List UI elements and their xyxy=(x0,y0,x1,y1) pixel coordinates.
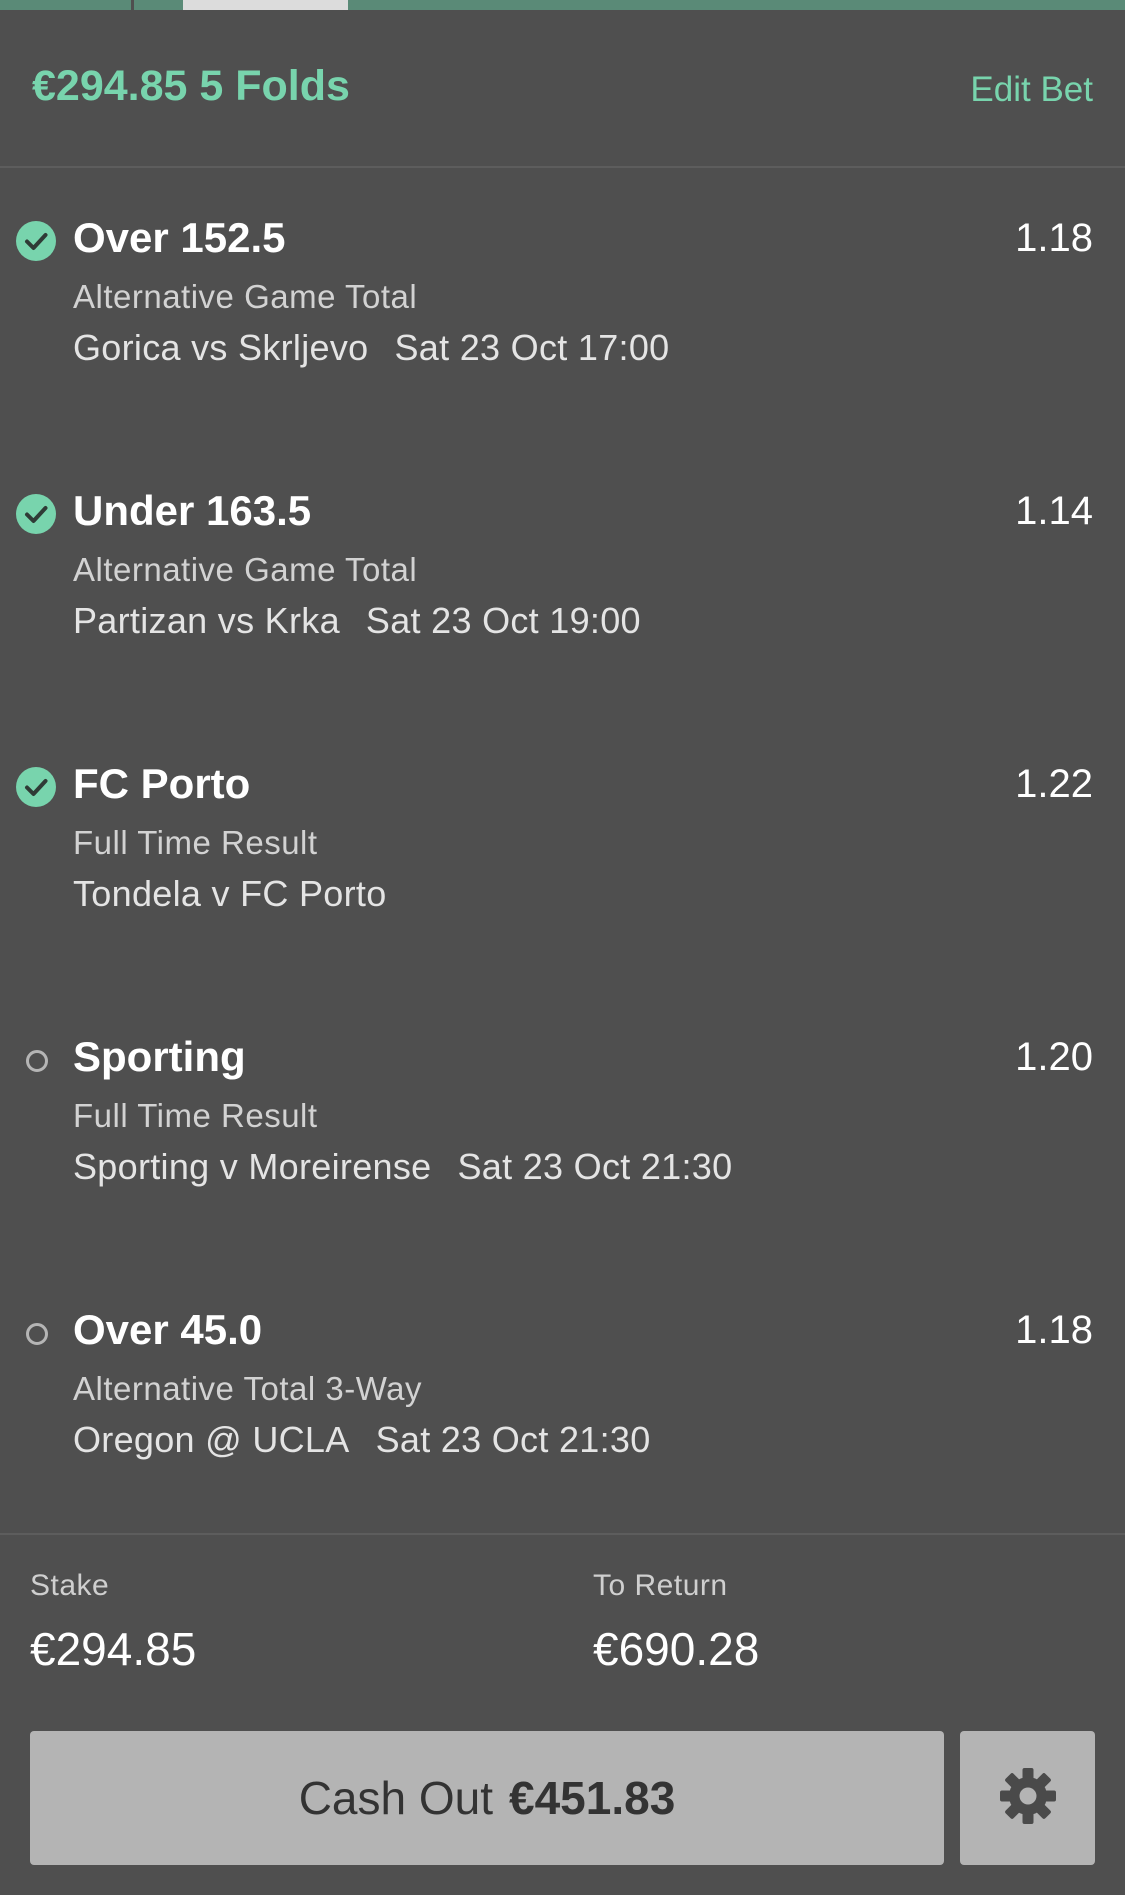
cash-out-settings-button[interactable] xyxy=(960,1731,1095,1865)
event-teams: Sporting v Moreirense xyxy=(73,1146,432,1187)
bet-title: €294.85 5 Folds xyxy=(32,62,350,111)
check-circle-icon xyxy=(16,494,56,534)
stake-label: Stake xyxy=(30,1569,110,1602)
selection-event: Sporting v Moreirense Sat 23 Oct 21:30 xyxy=(73,1146,732,1188)
tab-separator xyxy=(131,0,134,10)
selection-odds: 1.18 xyxy=(1015,1308,1093,1352)
selection-row: Under 163.5 1.14 Alternative Game Total … xyxy=(0,470,1125,700)
bet-stake: €294.85 xyxy=(32,62,188,110)
top-tab-strip xyxy=(0,0,1125,10)
cash-out-label: Cash Out xyxy=(298,1772,494,1824)
event-time: Sat 23 Oct 19:00 xyxy=(365,600,641,641)
selection-odds: 1.20 xyxy=(1015,1035,1093,1079)
selection-name: FC Porto xyxy=(73,760,251,807)
selection-event: Tondela v FC Porto xyxy=(73,873,387,915)
selection-event: Gorica vs Skrljevo Sat 23 Oct 17:00 xyxy=(73,327,669,369)
gear-icon xyxy=(999,1767,1057,1830)
cash-out-button[interactable]: Cash Out €451.83 xyxy=(30,1731,944,1865)
selection-row: Over 152.5 1.18 Alternative Game Total G… xyxy=(0,197,1125,427)
selection-name: Under 163.5 xyxy=(73,487,312,534)
selection-market: Alternative Game Total xyxy=(73,551,418,588)
stake-value: €294.85 xyxy=(30,1623,197,1675)
selection-odds: 1.18 xyxy=(1015,216,1093,260)
selection-market: Alternative Total 3-Way xyxy=(73,1370,422,1407)
bet-type: 5 Folds xyxy=(199,62,350,110)
selection-odds: 1.14 xyxy=(1015,489,1093,533)
footer-divider xyxy=(0,1533,1125,1535)
event-teams: Oregon @ UCLA xyxy=(73,1419,350,1460)
to-return-value: €690.28 xyxy=(593,1623,760,1675)
open-circle-icon xyxy=(26,1323,48,1345)
selection-odds: 1.22 xyxy=(1015,762,1093,806)
check-circle-icon xyxy=(16,767,56,807)
event-time: Sat 23 Oct 17:00 xyxy=(394,327,670,368)
selection-name: Over 45.0 xyxy=(73,1306,263,1353)
to-return-label: To Return xyxy=(593,1569,728,1602)
selection-market: Alternative Game Total xyxy=(73,278,418,315)
selection-row: Over 45.0 1.18 Alternative Total 3-Way O… xyxy=(0,1289,1125,1519)
cash-out-amount: €451.83 xyxy=(509,1772,676,1824)
active-tab-indicator[interactable] xyxy=(183,0,348,10)
selection-event: Oregon @ UCLA Sat 23 Oct 21:30 xyxy=(73,1419,651,1461)
selection-market: Full Time Result xyxy=(73,824,318,861)
edit-bet-link[interactable]: Edit Bet xyxy=(970,70,1093,110)
bet-header: €294.85 5 Folds Edit Bet xyxy=(0,10,1125,168)
selection-event: Partizan vs Krka Sat 23 Oct 19:00 xyxy=(73,600,641,642)
event-teams: Gorica vs Skrljevo xyxy=(73,327,369,368)
event-time: Sat 23 Oct 21:30 xyxy=(375,1419,651,1460)
selection-name: Over 152.5 xyxy=(73,214,286,261)
event-teams: Tondela v FC Porto xyxy=(73,873,387,914)
selection-row: FC Porto 1.22 Full Time Result Tondela v… xyxy=(0,743,1125,973)
event-time: Sat 23 Oct 21:30 xyxy=(457,1146,733,1187)
event-teams: Partizan vs Krka xyxy=(73,600,340,641)
open-circle-icon xyxy=(26,1050,48,1072)
selection-market: Full Time Result xyxy=(73,1097,318,1134)
selection-row: Sporting 1.20 Full Time Result Sporting … xyxy=(0,1016,1125,1246)
selection-name: Sporting xyxy=(73,1033,246,1080)
check-circle-icon xyxy=(16,221,56,261)
